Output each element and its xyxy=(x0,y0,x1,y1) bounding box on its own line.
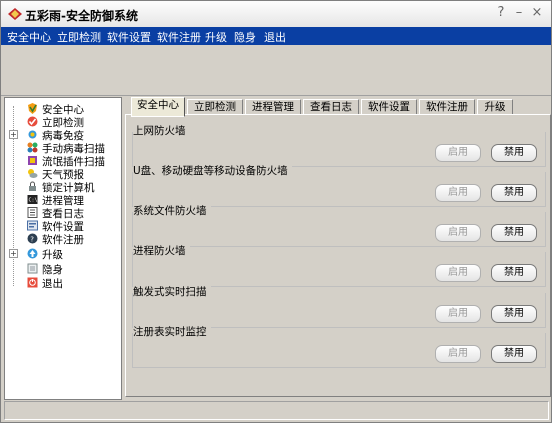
log-icon xyxy=(27,207,38,218)
menu-software-register[interactable]: 软件注册 xyxy=(157,29,201,45)
tree-label: 退出 xyxy=(42,278,63,290)
tree-expander[interactable]: + xyxy=(9,130,18,139)
disable-button[interactable]: 禁用 xyxy=(491,264,537,282)
tab-panel-security-center: 上网防火墙 启用 禁用 U盘、移动硬盘等移动设备防火墙 启用 禁用 系统文件防火… xyxy=(125,114,551,397)
minimize-button[interactable]: – xyxy=(511,5,527,21)
close-button[interactable]: × xyxy=(529,5,545,21)
tab-scan-now[interactable]: 立即检测 xyxy=(187,99,243,115)
menu-stealth[interactable]: 隐身 xyxy=(234,29,256,45)
svg-text:C:\: C:\ xyxy=(29,198,38,204)
menu-scan-now[interactable]: 立即检测 xyxy=(57,29,101,45)
disable-button[interactable]: 禁用 xyxy=(491,305,537,323)
tab-software-register[interactable]: 软件注册 xyxy=(419,99,475,115)
tab-upgrade[interactable]: 升级 xyxy=(477,99,513,115)
enable-button[interactable]: 启用 xyxy=(435,224,481,242)
section-title: 上网防火墙 xyxy=(133,123,190,138)
section-title: 注册表实时监控 xyxy=(133,324,211,339)
tab-process-manager[interactable]: 进程管理 xyxy=(245,99,301,115)
section-title: 系统文件防火墙 xyxy=(133,203,211,218)
nav-tree: 安全中心 立即检测 + 病毒免疫 手动病毒扫描 流氓插件扫描 天气预报 锁定计算… xyxy=(4,97,122,400)
register-icon: ? xyxy=(27,233,38,244)
tab-view-logs[interactable]: 查看日志 xyxy=(303,99,359,115)
enable-button[interactable]: 启用 xyxy=(435,264,481,282)
status-bar xyxy=(4,401,549,420)
enable-button[interactable]: 启用 xyxy=(435,184,481,202)
help-button[interactable]: ? xyxy=(493,5,509,21)
title-bar[interactable]: 五彩雨-安全防御系统 ? – × xyxy=(1,1,551,28)
section-registry-monitor: 注册表实时监控 启用 禁用 xyxy=(132,324,546,368)
firewall-section-system-files: 系统文件防火墙 启用 禁用 xyxy=(132,203,546,247)
menu-exit[interactable]: 退出 xyxy=(264,29,286,45)
firewall-section-process: 进程防火墙 启用 禁用 xyxy=(132,243,546,287)
settings-icon xyxy=(27,220,38,231)
disable-button[interactable]: 禁用 xyxy=(491,144,537,162)
window-title: 五彩雨-安全防御系统 xyxy=(25,9,138,23)
tree-label: 隐身 xyxy=(42,264,63,276)
firewall-section-internet: 上网防火墙 启用 禁用 xyxy=(132,123,546,167)
menu-upgrade[interactable]: 升级 xyxy=(205,29,227,45)
disable-button[interactable]: 禁用 xyxy=(491,224,537,242)
tree-label: 升级 xyxy=(42,249,63,261)
stealth-icon xyxy=(27,263,38,274)
section-title: U盘、移动硬盘等移动设备防火墙 xyxy=(133,163,292,178)
scan-icon xyxy=(27,142,38,153)
section-realtime-scan: 触发式实时扫描 启用 禁用 xyxy=(132,284,546,328)
tab-container: 安全中心 立即检测 进程管理 查看日志 软件设置 软件注册 升级 上网防火墙 启… xyxy=(125,97,551,398)
menu-software-settings[interactable]: 软件设置 xyxy=(107,29,151,45)
firewall-section-usb: U盘、移动硬盘等移动设备防火墙 启用 禁用 xyxy=(132,163,546,207)
app-logo-icon xyxy=(8,8,22,20)
tab-software-settings[interactable]: 软件设置 xyxy=(361,99,417,115)
upgrade-icon xyxy=(27,248,38,259)
disable-button[interactable]: 禁用 xyxy=(491,345,537,363)
virus-icon xyxy=(28,130,37,139)
weather-icon xyxy=(28,169,38,178)
disable-button[interactable]: 禁用 xyxy=(491,184,537,202)
process-icon: C:\ xyxy=(27,195,38,204)
plugin-icon xyxy=(28,156,37,165)
enable-button[interactable]: 启用 xyxy=(435,305,481,323)
enable-button[interactable]: 启用 xyxy=(435,345,481,363)
svg-text:?: ? xyxy=(30,236,34,244)
tree-expander[interactable]: + xyxy=(9,249,18,258)
tab-security-center[interactable]: 安全中心 xyxy=(131,97,185,117)
tree-label: 软件注册 xyxy=(42,234,84,246)
shield-icon xyxy=(28,103,37,114)
toolbar-area xyxy=(1,45,551,96)
main-window: 五彩雨-安全防御系统 ? – × 安全中心 立即检测 软件设置 软件注册 升级 … xyxy=(0,0,552,423)
check-icon xyxy=(27,116,38,127)
exit-icon xyxy=(27,277,38,288)
menu-bar: 安全中心 立即检测 软件设置 软件注册 升级 隐身 退出 xyxy=(1,27,551,45)
lock-icon xyxy=(29,181,36,191)
menu-security-center[interactable]: 安全中心 xyxy=(7,29,51,45)
enable-button[interactable]: 启用 xyxy=(435,144,481,162)
section-title: 进程防火墙 xyxy=(133,243,190,258)
section-title: 触发式实时扫描 xyxy=(133,284,211,299)
